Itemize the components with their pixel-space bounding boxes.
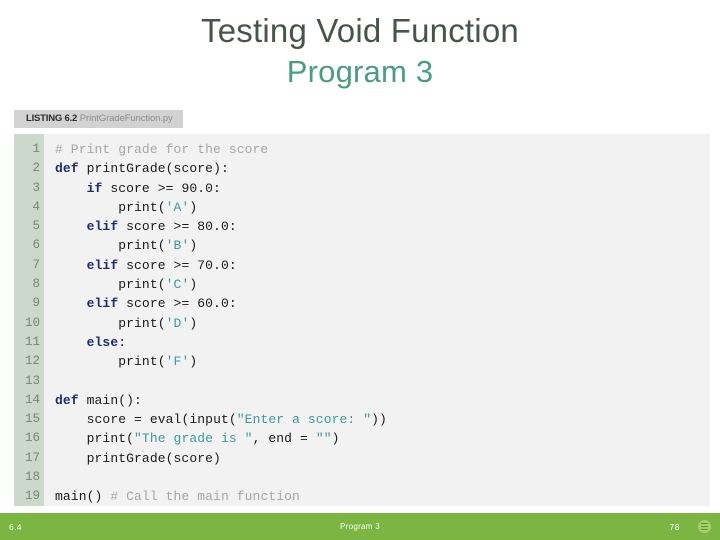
line-number: 19 (24, 489, 40, 504)
code-line: print('C') (118, 277, 198, 293)
code-line: print('F') (118, 354, 198, 370)
line-number: 16 (24, 431, 40, 446)
code-line: print('A') (118, 199, 198, 215)
code-line: elif score >= 80.0: (86, 219, 237, 235)
line-number: 13 (24, 373, 40, 388)
line-number: 15 (24, 412, 40, 427)
slide-header: Testing Void Function Program 3 (0, 0, 720, 92)
listing-filename: PrintGradeFunction.py (79, 113, 173, 124)
page-subtitle: Program 3 (286, 54, 434, 89)
code-line: score = eval(input("Enter a score: ")) (86, 412, 387, 428)
code-line: print("The grade is ", end = "") (86, 431, 340, 447)
line-number: 5 (32, 219, 40, 234)
line-number: 9 (32, 296, 40, 311)
line-number: 1 (32, 142, 40, 156)
line-number: 17 (24, 450, 40, 465)
code-line: elif score >= 70.0: (86, 257, 237, 273)
line-number-gutter: 1 2 3 4 5 6 7 8 9 10 11 12 13 14 15 16 17 18 19 (14, 134, 44, 506)
code-listing: 1 2 3 4 5 6 7 8 9 10 11 12 13 14 15 16 17 18 19 # Print gr… (14, 134, 710, 506)
code-line: def main(): (55, 392, 142, 408)
line-number: 11 (24, 334, 40, 349)
code-content: # Print grade for the score def printGrad… (44, 134, 710, 506)
line-number: 12 (24, 354, 40, 369)
code-line: def printGrade(score): (55, 161, 229, 177)
line-number: 18 (24, 470, 40, 485)
line-number: 6 (32, 238, 40, 253)
line-number: 2 (32, 161, 40, 176)
hamburger-menu-icon[interactable] (698, 520, 711, 533)
code-line: print('B') (118, 238, 198, 254)
footer-page-number: 78 (669, 521, 680, 532)
listing-number: LISTING 6.2 (26, 113, 78, 124)
slide-footer: 6.4 Program 3 78 (0, 513, 720, 540)
code-line: printGrade(score) (86, 450, 221, 466)
page-title: Testing Void Function (201, 12, 519, 49)
code-line: else: (86, 334, 127, 350)
line-number: 3 (32, 180, 40, 195)
footer-program-label: Program 3 (339, 522, 381, 531)
line-number: 4 (32, 199, 40, 214)
code-line: if score >= 90.0: (86, 180, 221, 196)
code-line: main() # Call the main function (55, 489, 300, 505)
line-number: 14 (24, 392, 40, 407)
line-number: 8 (32, 277, 40, 292)
code-line: elif score >= 60.0: (86, 296, 237, 312)
line-number: 10 (24, 315, 40, 330)
code-line: print('D') (118, 315, 198, 331)
line-number: 7 (32, 257, 40, 272)
code-line: # Print grade for the score (55, 142, 269, 157)
listing-caption: LISTING 6.2 PrintGradeFunction.py (14, 110, 183, 128)
